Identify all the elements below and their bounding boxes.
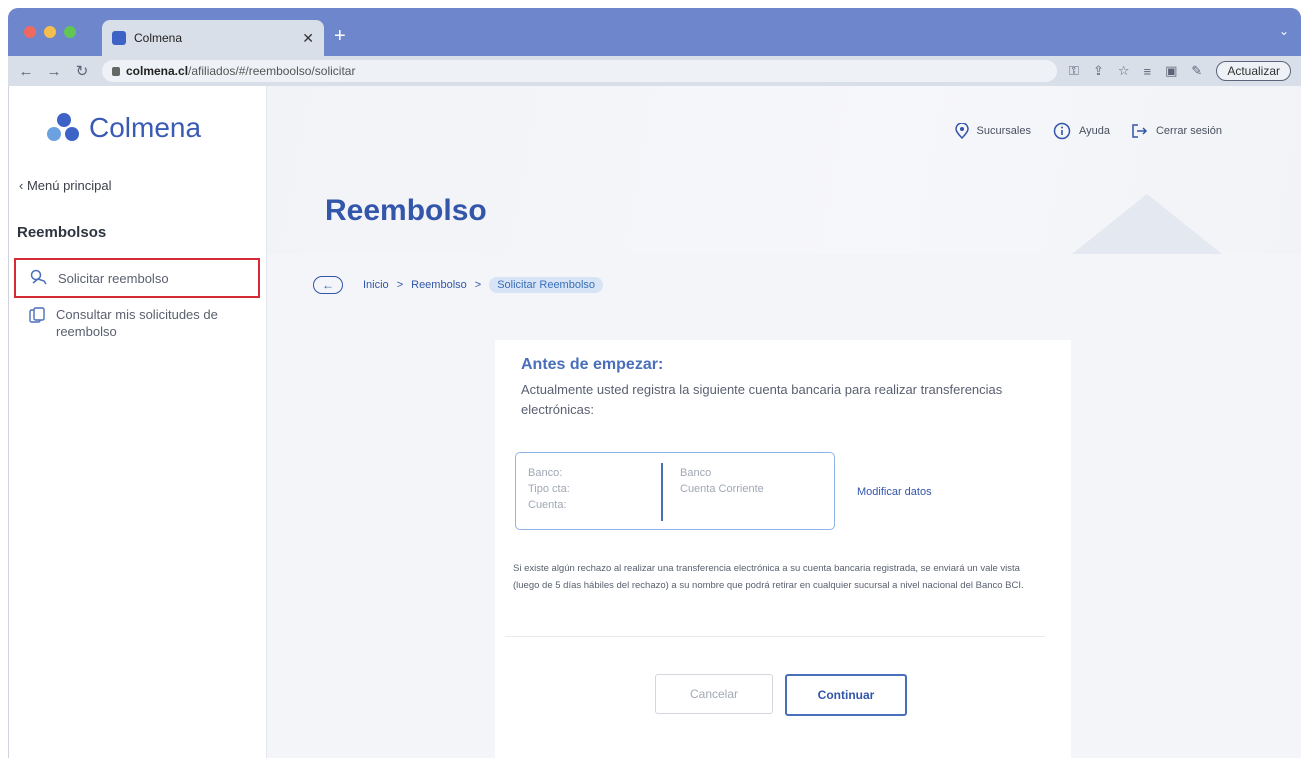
account-summary: Banco: Tipo cta: Cuenta: Banco Cuenta Co… [515,452,835,530]
sidebar-item-label: Consultar mis solicitudes de reembolso [56,307,218,339]
bank-label: Banco: [528,467,563,479]
tab-list-chevron-icon[interactable]: ⌄ [1279,24,1289,38]
minimize-window-icon[interactable] [44,26,56,38]
account-values: Banco Cuenta Corriente [680,465,764,497]
key-icon[interactable]: ⚿ [1069,63,1079,79]
divider [505,636,1045,637]
breadcrumb-refund[interactable]: Reembolso [411,279,467,291]
maximize-window-icon[interactable] [64,26,76,38]
header-banner [267,86,1301,254]
tab-strip: Colmena ✕ + ⌄ [8,8,1301,56]
lock-icon [112,66,120,76]
reload-icon[interactable]: ↻ [74,62,90,80]
extension-icon[interactable]: ✎ [1191,63,1202,79]
reading-list-icon[interactable]: ≡ [1144,64,1152,79]
banner-decoration [1072,194,1222,254]
toolbar-icons: ⚿ ⇪ ☆ ≡ ▣ ✎ Actualizar [1069,61,1291,81]
hand-coin-icon [30,269,47,285]
browser-toolbar: ← → ↻ colmena.cl/afiliados/#/reemboolso/… [8,56,1301,86]
top-links: Sucursales Ayuda Cerrar sesión [954,122,1222,140]
breadcrumb: ← Inicio > Reembolso > Solicitar Reembol… [313,276,604,294]
page-title: Reembolso [325,194,487,227]
help-link[interactable]: Ayuda [1053,122,1110,140]
account-number-label: Cuenta: [528,499,567,511]
documents-icon [29,307,45,323]
breadcrumb-separator: > [474,279,482,291]
bank-account-card: Antes de empezar: Actualmente usted regi… [495,340,1071,758]
address-bar[interactable]: colmena.cl/afiliados/#/reemboolso/solici… [102,60,1058,82]
back-button[interactable]: ← [313,276,343,294]
window-controls [24,26,76,38]
forward-arrow-icon[interactable]: → [46,63,62,80]
cancel-button[interactable]: Cancelar [655,674,773,714]
close-tab-icon[interactable]: ✕ [302,30,314,47]
account-type-label: Tipo cta: [528,483,570,495]
card-heading: Antes de empezar: [521,356,664,373]
main-content: Sucursales Ayuda Cerrar sesión Reembolso [267,86,1301,758]
sidebar-section-title: Reembolsos [17,224,107,241]
main-menu-link[interactable]: ‹ Menú principal [19,178,112,193]
close-window-icon[interactable] [24,26,36,38]
account-labels: Banco: Tipo cta: Cuenta: [528,465,570,513]
browser-tab[interactable]: Colmena ✕ [102,20,324,56]
arrow-left-icon: ← [322,278,334,292]
modify-data-link[interactable]: Modificar datos [857,486,932,498]
update-button[interactable]: Actualizar [1216,61,1291,81]
url-path: /afiliados/#/reemboolso/solicitar [188,64,356,78]
sidebar-item-request-refund[interactable]: Solicitar reembolso [14,258,260,298]
account-divider [661,463,663,521]
card-intro: Actualmente usted registra la siguiente … [521,382,1003,417]
breadcrumb-home[interactable]: Inicio [363,279,389,291]
breadcrumb-separator: > [396,279,404,291]
help-label: Ayuda [1078,125,1110,137]
url-host: colmena.cl [126,64,189,78]
branches-label: Sucursales [976,125,1031,137]
sidebar-item-view-requests[interactable]: Consultar mis solicitudes de reembolso [14,300,260,346]
rejection-notice: Si existe algún rechazo al realizar una … [513,563,1024,591]
breadcrumb-current: Solicitar Reembolso [489,277,604,293]
star-icon[interactable]: ☆ [1118,63,1130,79]
colmena-logo-icon [47,113,81,143]
logout-label: Cerrar sesión [1155,125,1222,137]
logout-link[interactable]: Cerrar sesión [1132,124,1222,138]
sidebar-item-label: Solicitar reembolso [58,270,169,286]
location-pin-icon [954,123,969,139]
page: Colmena ‹ Menú principal Reembolsos Soli… [8,86,1301,758]
branches-link[interactable]: Sucursales [954,123,1031,139]
continue-button[interactable]: Continuar [785,674,907,716]
account-type-value: Cuenta Corriente [680,483,764,495]
logo-text: Colmena [89,112,202,143]
bank-value: Banco [680,467,712,479]
colmena-favicon-icon [112,31,126,45]
tab-title: Colmena [134,31,183,45]
logout-icon [1132,124,1148,138]
side-panel-icon[interactable]: ▣ [1165,63,1177,79]
back-arrow-icon[interactable]: ← [18,63,34,80]
info-icon [1053,122,1071,140]
new-tab-icon[interactable]: + [334,26,346,46]
browser-window: Colmena ✕ + ⌄ ← → ↻ colmena.cl/afiliados… [8,8,1301,86]
logo[interactable]: Colmena [47,112,201,144]
share-icon[interactable]: ⇪ [1093,63,1104,79]
sidebar: Colmena ‹ Menú principal Reembolsos Soli… [9,86,267,758]
